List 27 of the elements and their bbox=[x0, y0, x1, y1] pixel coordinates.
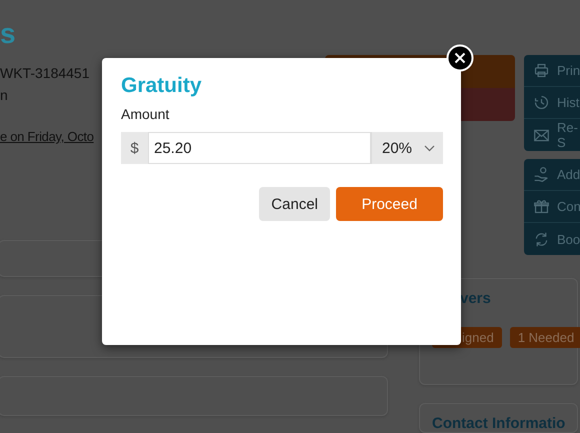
amount-field[interactable]: 25.20 bbox=[148, 132, 371, 164]
page-title: s bbox=[0, 18, 16, 51]
gift-icon bbox=[533, 198, 550, 215]
field-label: Amount bbox=[121, 106, 170, 122]
cancel-button[interactable]: Cancel bbox=[259, 187, 330, 221]
refresh-icon bbox=[533, 230, 550, 248]
chevron-down-icon bbox=[424, 144, 435, 152]
hand-coin-icon bbox=[533, 166, 550, 183]
clock-icon bbox=[533, 94, 550, 111]
order-number: WKT-3184451 bbox=[0, 64, 90, 83]
menu-item[interactable]: Add bbox=[524, 159, 580, 191]
event-link[interactable]: e on Friday, Octo bbox=[0, 126, 94, 148]
printer-icon bbox=[533, 62, 550, 79]
menu-item[interactable]: Prin bbox=[524, 55, 580, 87]
close-icon[interactable] bbox=[446, 44, 474, 72]
card-title: Contact Informatio bbox=[431, 414, 566, 432]
proceed-button[interactable]: Proceed bbox=[336, 187, 443, 221]
menu-item[interactable]: Hist bbox=[524, 87, 580, 119]
detail-text: n bbox=[0, 86, 8, 105]
percent-select[interactable]: 20% bbox=[371, 132, 443, 164]
status-badge: 1 Needed bbox=[510, 327, 580, 348]
dialog-title: Gratuity bbox=[121, 74, 203, 98]
menu-item[interactable]: Re-S bbox=[524, 119, 580, 151]
card-title: vers bbox=[459, 289, 492, 307]
currency-addon: $ bbox=[121, 132, 148, 164]
menu-item[interactable]: Boo bbox=[524, 223, 580, 255]
menu-item[interactable]: Con bbox=[524, 191, 580, 223]
